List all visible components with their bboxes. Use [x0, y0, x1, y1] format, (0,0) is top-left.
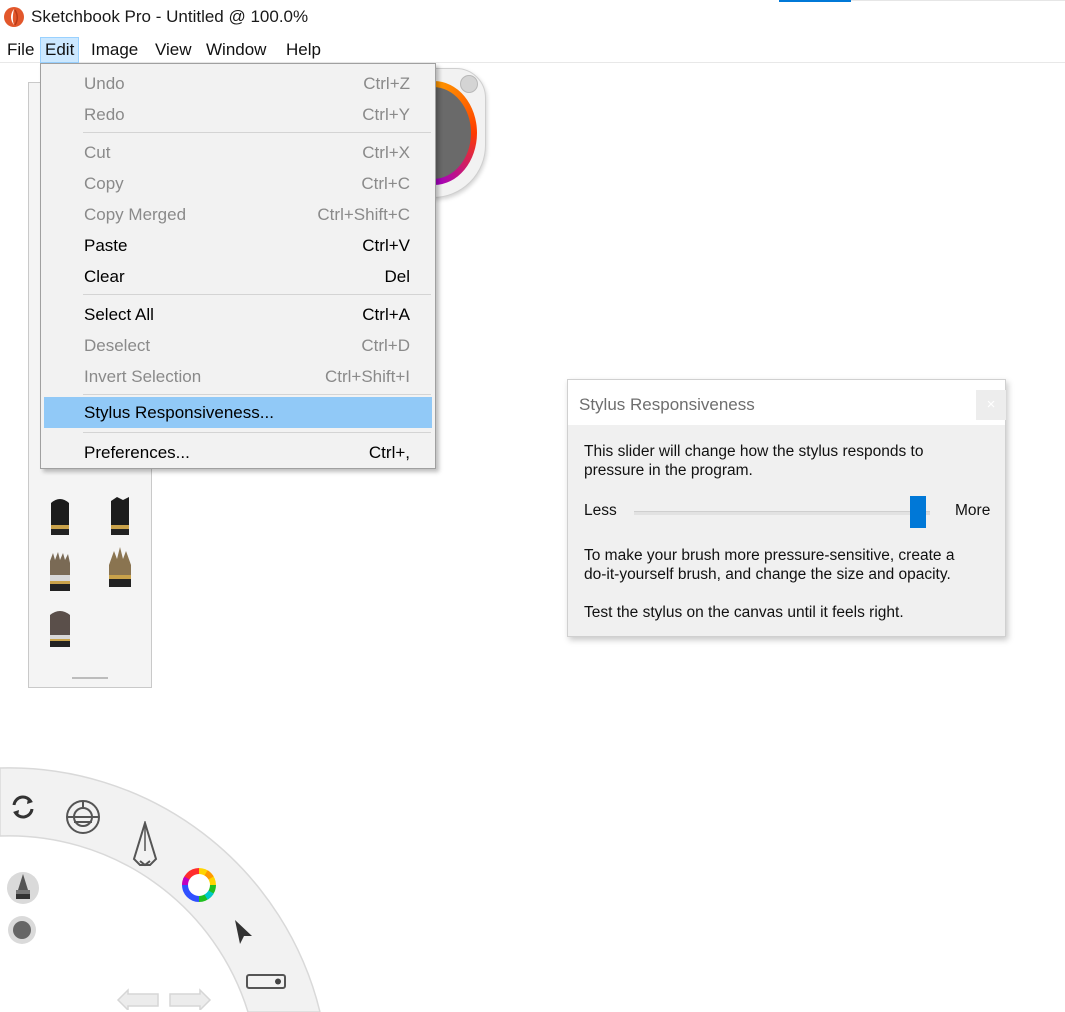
menu-edit[interactable]: Edit: [40, 37, 80, 63]
pencil-icon[interactable]: [128, 821, 162, 867]
menu-file[interactable]: File: [3, 37, 38, 63]
slider-min-label: Less: [584, 502, 617, 519]
panel-grip[interactable]: [72, 677, 108, 679]
dialog-hint-line2: do-it-yourself brush, and change the siz…: [584, 566, 951, 583]
select-arrow-icon[interactable]: [232, 918, 254, 946]
menu-item-label: Copy Merged: [84, 205, 187, 224]
color-dot-icon[interactable]: [7, 915, 37, 945]
dialog-hint-line1: To make your brush more pressure-sensiti…: [584, 547, 955, 564]
dialog-header: Stylus Responsiveness ×: [568, 380, 1006, 425]
window-title: Sketchbook Pro - Untitled @ 100.0%: [31, 7, 309, 26]
color-wheel-icon[interactable]: [180, 866, 218, 904]
menu-item-shortcut: Ctrl+Y: [362, 105, 410, 124]
redo-icon[interactable]: [166, 980, 214, 1010]
symmetry-icon[interactable]: [63, 797, 103, 837]
menu-item-paste[interactable]: Paste Ctrl+V: [44, 232, 432, 259]
menu-item-shortcut: Ctrl+Z: [363, 74, 410, 93]
menu-item-label: Deselect: [84, 336, 151, 355]
brush-chisel-icon[interactable]: [45, 495, 75, 539]
radial-toolbar-background: [0, 767, 321, 1012]
menu-item-preferences[interactable]: Preferences... Ctrl+,: [44, 439, 432, 466]
menu-item-label: Stylus Responsiveness...: [84, 403, 274, 422]
menu-item-copy-merged[interactable]: Copy Merged Ctrl+Shift+C: [44, 201, 432, 228]
dialog-tip: Test the stylus on the canvas until it f…: [584, 604, 904, 621]
menu-help[interactable]: Help: [282, 37, 325, 63]
menu-item-label: Preferences...: [84, 443, 190, 462]
menu-item-cut[interactable]: Cut Ctrl+X: [44, 139, 432, 166]
menu-item-shortcut: Ctrl+V: [362, 236, 410, 255]
menu-item-invert-selection[interactable]: Invert Selection Ctrl+Shift+I: [44, 363, 432, 390]
menu-item-redo[interactable]: Redo Ctrl+Y: [44, 101, 432, 128]
brush-stylus-icon[interactable]: [5, 870, 41, 906]
edit-menu-dropdown: Undo Ctrl+Z Redo Ctrl+Y Cut Ctrl+X Copy …: [40, 63, 436, 469]
menu-separator: [83, 394, 431, 395]
menu-item-label: Select All: [84, 305, 154, 324]
menu-item-label: Undo: [84, 74, 125, 93]
slider-max-label: More: [955, 502, 991, 519]
menu-separator: [83, 432, 431, 433]
menu-bar: File Edit Image View Window Help: [0, 36, 1065, 63]
menu-item-select-all[interactable]: Select All Ctrl+A: [44, 301, 432, 328]
menu-item-shortcut: Ctrl+Shift+I: [324, 367, 410, 386]
pressure-slider-fill: [634, 512, 918, 515]
dialog-title: Stylus Responsiveness: [579, 395, 755, 414]
undo-icon[interactable]: [114, 980, 162, 1010]
puck-handle-icon[interactable]: [460, 75, 478, 93]
title-accent-bar: [779, 0, 851, 2]
menu-item-deselect[interactable]: Deselect Ctrl+D: [44, 332, 432, 359]
menu-item-label: Paste: [84, 236, 128, 255]
menu-item-shortcut: Ctrl+C: [361, 174, 410, 193]
dialog-description-line1: This slider will change how the stylus r…: [584, 443, 924, 460]
brush-bristle-icon[interactable]: [45, 551, 75, 595]
menu-image[interactable]: Image: [87, 37, 142, 63]
brush-ink-icon[interactable]: [105, 495, 135, 539]
menu-item-shortcut: Ctrl+Shift+C: [317, 205, 410, 224]
dialog-description-line2: pressure in the program.: [584, 462, 753, 479]
menu-item-shortcut: Ctrl+D: [361, 336, 410, 355]
menu-item-copy[interactable]: Copy Ctrl+C: [44, 170, 432, 197]
sketchbook-app-icon: [4, 7, 24, 27]
menu-item-label: Clear: [84, 267, 125, 286]
title-bar: Sketchbook Pro - Untitled @ 100.0%: [0, 0, 1065, 36]
pressure-slider-track[interactable]: [634, 511, 930, 515]
radial-toolbar: [0, 700, 365, 1012]
menu-separator: [83, 294, 431, 295]
menu-item-label: Copy: [84, 174, 124, 193]
stylus-responsiveness-dialog: Stylus Responsiveness × This slider will…: [567, 379, 1006, 637]
toggle-icon[interactable]: [245, 972, 287, 992]
menu-window[interactable]: Window: [202, 37, 270, 63]
menu-item-undo[interactable]: Undo Ctrl+Z: [44, 70, 432, 97]
menu-item-stylus-responsiveness[interactable]: Stylus Responsiveness...: [44, 397, 432, 428]
brush-flat-icon[interactable]: [45, 607, 75, 651]
menu-view[interactable]: View: [151, 37, 196, 63]
menu-item-label: Cut: [84, 143, 111, 162]
menu-item-clear[interactable]: Clear Del: [44, 263, 432, 290]
close-button[interactable]: ×: [976, 390, 1006, 420]
menu-item-shortcut: Ctrl+,: [368, 443, 410, 462]
menu-item-label: Redo: [84, 105, 125, 124]
menu-separator: [83, 132, 431, 133]
brush-fan-icon[interactable]: [105, 547, 135, 591]
menu-item-shortcut: Ctrl+X: [362, 143, 410, 162]
menu-item-shortcut: Del: [384, 267, 410, 286]
title-accent-line: [851, 0, 1065, 1]
sync-icon[interactable]: [9, 793, 37, 821]
menu-item-shortcut: Ctrl+A: [362, 305, 410, 324]
pressure-slider-thumb[interactable]: [910, 496, 926, 528]
menu-item-label: Invert Selection: [84, 367, 202, 386]
